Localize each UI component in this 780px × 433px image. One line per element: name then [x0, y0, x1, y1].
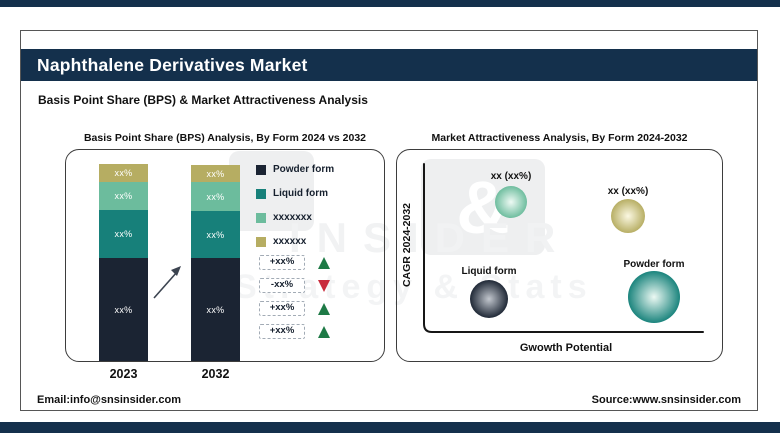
legend-swatch-icon	[256, 212, 266, 223]
bar-segment-xxxxxxx-2023: xx%	[99, 182, 148, 210]
triangle-up-icon	[318, 325, 330, 338]
top-accent-bar	[0, 0, 780, 7]
growth-arrow-icon	[153, 266, 181, 299]
legend-label: xxxxxx	[273, 236, 307, 247]
bubble-liquid-form	[470, 280, 508, 318]
page-subtitle: Basis Point Share (BPS) & Market Attract…	[38, 93, 368, 107]
legend-item-powder-form: Powder form	[256, 164, 334, 175]
attractiveness-axes-icon	[423, 163, 704, 333]
bubble-xx-xx	[495, 186, 527, 218]
bottom-accent-bar	[0, 422, 780, 433]
footer-source: Source:www.snsinsider.com	[591, 394, 741, 406]
axis-label-2023: 2023	[109, 367, 138, 381]
x-axis-label: Gwowth Potential	[519, 342, 613, 354]
change-value-box: -xx%	[259, 278, 305, 293]
bar-segment-value: xx%	[114, 191, 133, 201]
change-row-1: +xx%	[259, 255, 330, 270]
legend-label: xxxxxxx	[273, 212, 312, 223]
stacked-bar-2032: xx% xx% xx% xx%	[191, 165, 240, 361]
bar-segment-value: xx%	[114, 304, 133, 315]
bar-segment-value: xx%	[114, 168, 133, 178]
bar-segment-xxxxxx-2032: xx%	[191, 165, 240, 182]
stacked-bar-2023: xx% xx% xx% xx%	[99, 164, 148, 361]
bar-segment-value: xx%	[114, 229, 133, 239]
bar-segment-value: xx%	[206, 168, 225, 179]
title-bar: Naphthalene Derivatives Market	[21, 49, 757, 81]
page-title: Naphthalene Derivatives Market	[37, 55, 308, 75]
bar-segment-xxxxxxx-2032: xx%	[191, 182, 240, 211]
triangle-up-icon	[318, 302, 330, 315]
bar-segment-powder-form-2032: xx%	[191, 258, 240, 361]
legend-item-xxxxxx: xxxxxx	[256, 236, 334, 247]
bubble-label-powder-form: Powder form	[623, 259, 685, 270]
bps-change-list: +xx% -xx% +xx% +xx%	[259, 255, 330, 339]
legend-label: Liquid form	[273, 188, 328, 199]
footer-email: Email:info@snsinsider.com	[37, 394, 181, 406]
bps-chart-title: Basis Point Share (BPS) Analysis, By For…	[83, 132, 367, 144]
legend-label: Powder form	[273, 164, 335, 175]
triangle-down-icon	[318, 279, 330, 292]
bar-segment-value: xx%	[206, 191, 225, 202]
legend-swatch-icon	[256, 164, 266, 175]
bar-segment-liquid-form-2023: xx%	[99, 210, 148, 258]
bubble-label-liquid-form: Liquid form	[461, 266, 517, 277]
change-row-3: +xx%	[259, 301, 330, 316]
bar-segment-powder-form-2023: xx%	[99, 258, 148, 361]
change-value-box: +xx%	[259, 301, 305, 316]
change-row-4: +xx%	[259, 324, 330, 339]
axis-label-2032: 2032	[201, 367, 230, 381]
bar-segment-liquid-form-2032: xx%	[191, 211, 240, 258]
change-row-2: -xx%	[259, 278, 330, 293]
attractiveness-chart-title: Market Attractiveness Analysis, By Form …	[431, 132, 688, 144]
y-axis-label: CAGR 2024-2032	[401, 202, 413, 288]
bubble-label-xx-xx: xx (xx%)	[490, 171, 532, 182]
bubble-label-xx-xx: xx (xx%)	[607, 186, 649, 197]
change-value-box: +xx%	[259, 324, 305, 339]
bubble-powder-form	[628, 271, 680, 323]
triangle-up-icon	[318, 256, 330, 269]
bar-segment-value: xx%	[206, 229, 225, 240]
legend-swatch-icon	[256, 236, 266, 247]
change-value-box: +xx%	[259, 255, 305, 270]
legend-swatch-icon	[256, 188, 266, 199]
bubble-xx-xx	[611, 199, 645, 233]
bar-segment-value: xx%	[206, 304, 225, 315]
legend-item-liquid-form: Liquid form	[256, 188, 334, 199]
report-card: & INSIDER Strategy & Stats Naphthalene D…	[20, 30, 758, 411]
legend-item-xxxxxxx: xxxxxxx	[256, 212, 334, 223]
bar-segment-xxxxxx-2023: xx%	[99, 164, 148, 182]
bps-legend: Powder form Liquid form xxxxxxx xxxxxx	[256, 164, 334, 247]
